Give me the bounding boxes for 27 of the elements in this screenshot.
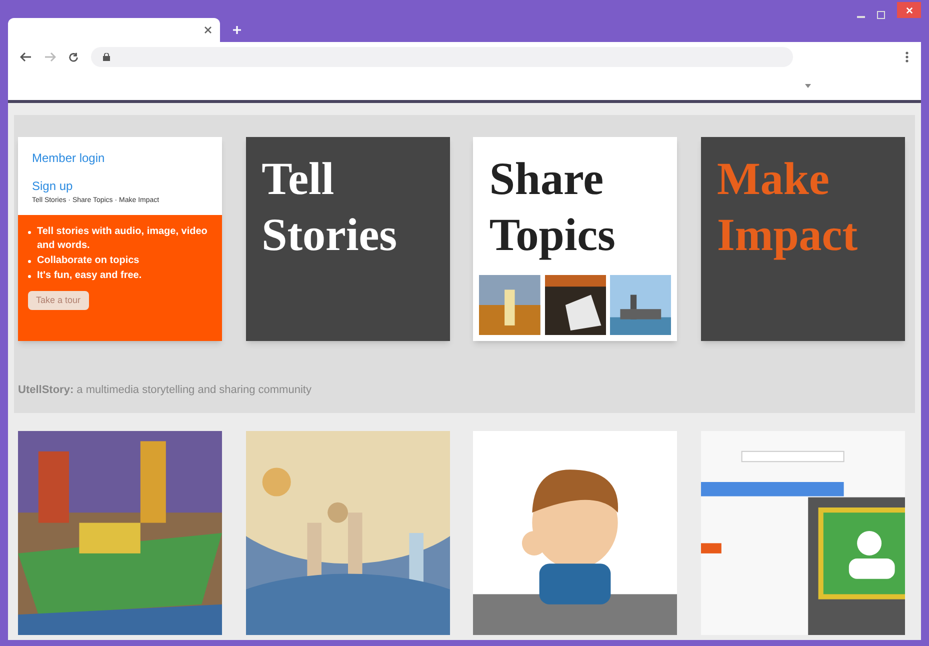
headline-tile[interactable]: Tell Stories xyxy=(246,137,450,341)
tour-button[interactable]: Take a tour xyxy=(28,290,89,310)
close-button[interactable] xyxy=(897,2,921,18)
headline-text: Tell Stories xyxy=(262,152,398,262)
feature-text: Tell stories with audio, image, video and words. xyxy=(37,224,208,252)
tagline-text: UtellStory: a multimedia storytelling and sharing community xyxy=(18,384,312,396)
back-arrow-icon[interactable] xyxy=(20,52,32,62)
headline-tile[interactable]: Share Topics xyxy=(473,137,678,341)
feature-text: Collaborate on topics xyxy=(37,254,140,268)
close-icon[interactable] xyxy=(204,26,212,34)
login-link[interactable]: Member login xyxy=(32,149,208,167)
maximize-icon[interactable] xyxy=(877,11,885,19)
lock-icon xyxy=(103,53,110,61)
bullet-icon xyxy=(28,260,31,262)
headline-text: Share Topics xyxy=(489,152,616,262)
signup-link[interactable]: Sign up xyxy=(32,177,208,195)
bullet-icon xyxy=(28,274,31,278)
forward-arrow-icon[interactable] xyxy=(44,52,56,62)
close-icon xyxy=(906,6,912,14)
headline-tile[interactable]: Make Impact xyxy=(700,137,905,341)
feature-text: It's fun, easy and free. xyxy=(37,268,142,282)
bullet-icon xyxy=(28,230,31,234)
reload-icon[interactable] xyxy=(68,52,79,62)
plus-icon[interactable] xyxy=(232,25,242,35)
menu-icon[interactable] xyxy=(905,51,909,63)
headline-text: Make Impact xyxy=(716,152,859,262)
caret-icon[interactable] xyxy=(805,84,811,88)
